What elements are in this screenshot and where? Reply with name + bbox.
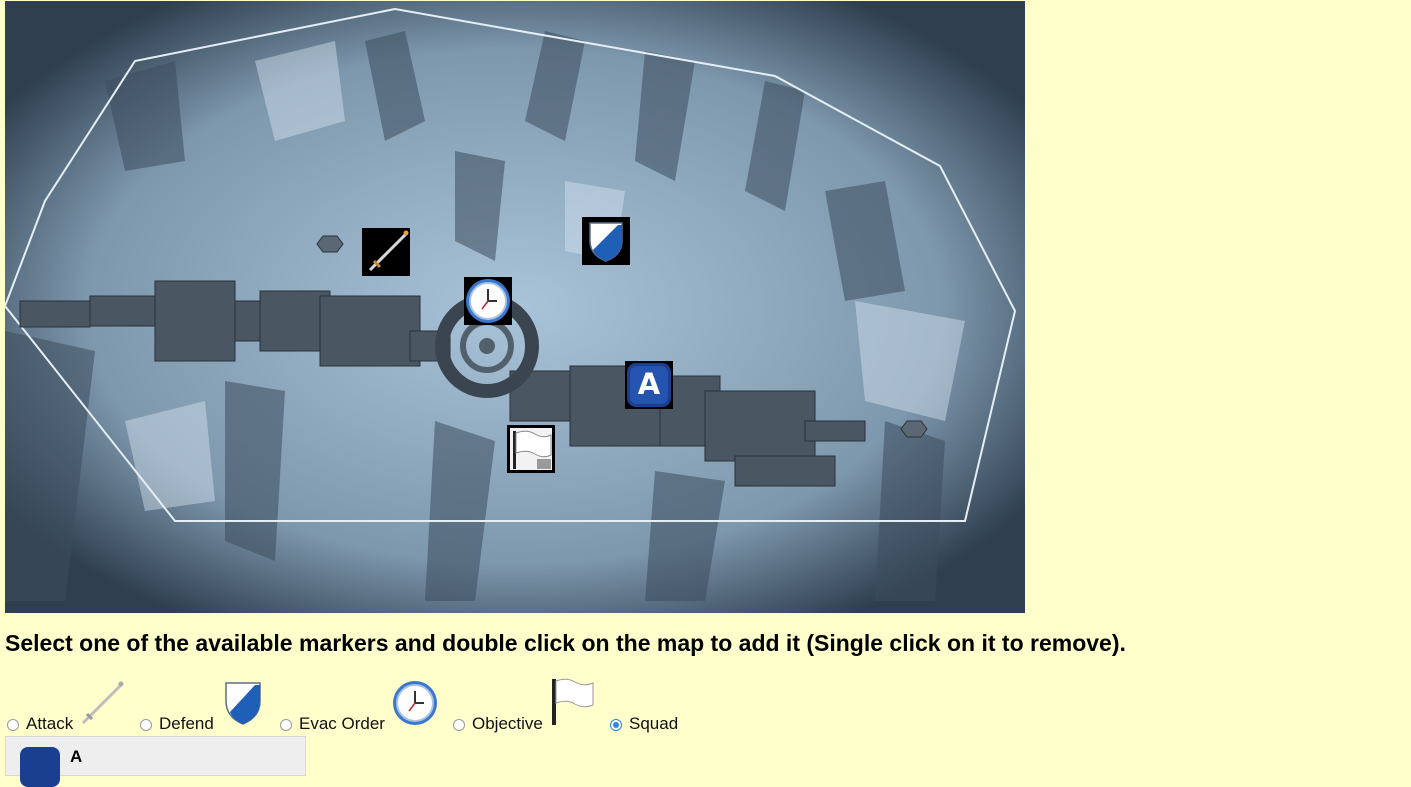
radio-defend[interactable] — [140, 719, 152, 731]
squad-marker-label: A — [637, 367, 661, 401]
map-terrain — [5, 1, 1025, 613]
map-marker-defend[interactable] — [582, 217, 630, 265]
squad-panel[interactable]: A — [5, 736, 306, 787]
map-marker-attack[interactable] — [362, 228, 410, 276]
shield-icon — [220, 679, 266, 732]
map-marker-squad[interactable]: A — [625, 361, 673, 409]
marker-options: Attack Defend Evac Order Objective Squad — [5, 677, 725, 736]
tactical-map[interactable]: A — [5, 1, 1025, 613]
instructions-text: Select one of the available markers and … — [5, 630, 1126, 656]
clock-icon — [391, 679, 439, 732]
flag-icon — [507, 425, 555, 473]
squad-panel-label: A — [70, 747, 83, 766]
option-objective-label[interactable]: Objective — [472, 714, 543, 734]
option-defend[interactable]: Defend — [140, 680, 266, 734]
radio-evac-order[interactable] — [280, 719, 292, 731]
radio-objective[interactable] — [453, 719, 465, 731]
shield-icon — [582, 217, 630, 265]
option-evac-order-label[interactable]: Evac Order — [299, 714, 385, 734]
clock-icon — [464, 277, 512, 325]
flag-icon — [549, 677, 595, 732]
sword-icon — [362, 228, 410, 276]
option-defend-label[interactable]: Defend — [159, 714, 214, 734]
sword-icon — [79, 679, 127, 732]
option-attack-label[interactable]: Attack — [26, 714, 73, 734]
squad-a-icon — [20, 747, 60, 787]
radio-squad[interactable] — [610, 719, 622, 731]
option-objective[interactable]: Objective — [453, 677, 595, 734]
option-attack[interactable]: Attack — [7, 680, 127, 734]
radio-attack[interactable] — [7, 719, 19, 731]
map-marker-objective[interactable] — [507, 425, 555, 473]
option-squad-label[interactable]: Squad — [629, 714, 678, 734]
map-marker-evac-order[interactable] — [464, 277, 512, 325]
option-squad[interactable]: Squad — [610, 680, 678, 734]
option-evac-order[interactable]: Evac Order — [280, 680, 439, 734]
